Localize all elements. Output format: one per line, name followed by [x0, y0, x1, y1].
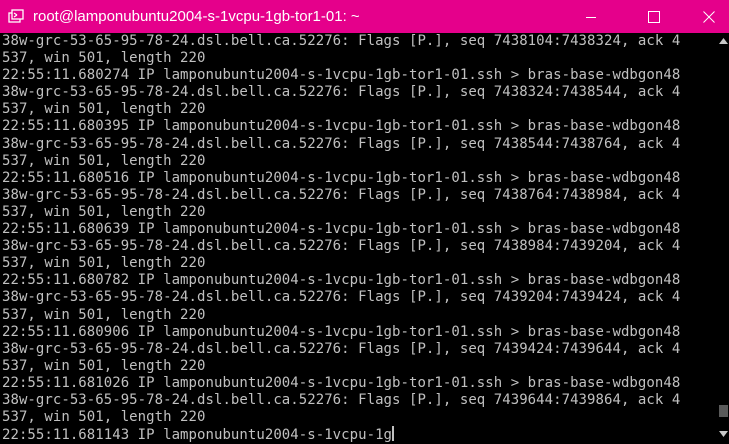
- text-cursor: [392, 426, 395, 442]
- close-button[interactable]: [688, 0, 729, 33]
- terminal-line: 537, win 501, length 220: [2, 357, 206, 374]
- terminal-line: 537, win 501, length 220: [2, 101, 206, 118]
- terminal-line: 38w-grc-53-65-95-78-24.dsl.bell.ca.52276…: [2, 238, 681, 255]
- terminal-line: 38w-grc-53-65-95-78-24.dsl.bell.ca.52276…: [2, 186, 681, 203]
- terminal-line: 537, win 501, length 220: [2, 50, 206, 67]
- terminal-line: 38w-grc-53-65-95-78-24.dsl.bell.ca.52276…: [2, 135, 681, 152]
- window-title: root@lamponubuntu2004-s-1vcpu-1gb-tor1-0…: [33, 8, 360, 25]
- scroll-up-arrow-icon[interactable]: [718, 37, 729, 45]
- terminal-line: 22:55:11.680782 IP lamponubuntu2004-s-1v…: [2, 272, 681, 289]
- scroll-thumb[interactable]: [719, 405, 728, 417]
- terminal-line: 22:55:11.680395 IP lamponubuntu2004-s-1v…: [2, 118, 681, 135]
- terminal-line: 537, win 501, length 220: [2, 409, 206, 426]
- terminal-line: 38w-grc-53-65-95-78-24.dsl.bell.ca.52276…: [2, 289, 681, 306]
- terminal-line: 22:55:11.680906 IP lamponubuntu2004-s-1v…: [2, 323, 681, 340]
- minimize-button[interactable]: [568, 0, 614, 33]
- terminal-line: 537, win 501, length 220: [2, 255, 206, 272]
- terminal-line: 537, win 501, length 220: [2, 306, 206, 323]
- terminal-line: 38w-grc-53-65-95-78-24.dsl.bell.ca.52276…: [2, 33, 681, 49]
- terminal-line: 22:55:11.680516 IP lamponubuntu2004-s-1v…: [2, 169, 681, 186]
- maximize-icon: [648, 10, 660, 23]
- terminal-line: 537, win 501, length 220: [2, 152, 206, 169]
- vertical-scrollbar[interactable]: [718, 33, 729, 444]
- terminal-lines: 38w-grc-53-65-95-78-24.dsl.bell.ca.52276…: [0, 33, 718, 443]
- terminal-line: 22:55:11.680639 IP lamponubuntu2004-s-1v…: [2, 221, 681, 238]
- terminal-line: 38w-grc-53-65-95-78-24.dsl.bell.ca.52276…: [2, 84, 681, 101]
- terminal-line: 38w-grc-53-65-95-78-24.dsl.bell.ca.52276…: [2, 391, 681, 408]
- terminal-line: 22:55:11.680274 IP lamponubuntu2004-s-1v…: [2, 67, 681, 84]
- scroll-down-arrow-icon[interactable]: [718, 430, 729, 438]
- terminal-line: 22:55:11.681026 IP lamponubuntu2004-s-1v…: [2, 374, 681, 391]
- maximize-button[interactable]: [631, 0, 677, 33]
- terminal-output[interactable]: 38w-grc-53-65-95-78-24.dsl.bell.ca.52276…: [0, 33, 718, 444]
- terminal-line: 38w-grc-53-65-95-78-24.dsl.bell.ca.52276…: [2, 340, 681, 357]
- title-bar[interactable]: root@lamponubuntu2004-s-1vcpu-1gb-tor1-0…: [0, 0, 729, 33]
- close-icon: [702, 10, 715, 23]
- terminal-app-icon: [8, 9, 24, 23]
- terminal-window: root@lamponubuntu2004-s-1vcpu-1gb-tor1-0…: [0, 0, 729, 444]
- terminal-line: 22:55:11.681143 IP lamponubuntu2004-s-1v…: [2, 426, 395, 444]
- terminal-line: 537, win 501, length 220: [2, 203, 206, 220]
- minimize-icon: [586, 16, 596, 18]
